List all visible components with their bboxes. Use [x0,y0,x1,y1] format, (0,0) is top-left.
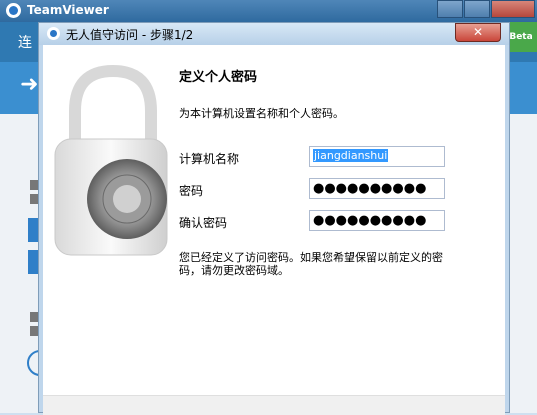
app-title: TeamViewer [27,3,109,17]
password-note: 您已经定义了访问密码。如果您希望保留以前定义的密码，请勿更改密码域。 [179,251,443,277]
teamviewer-titlebar: TeamViewer [0,0,537,22]
bg-button-fragment [28,218,38,242]
bg-text-fragment [30,180,38,190]
minimize-button[interactable] [437,0,463,18]
padlock-icon [54,64,168,256]
dialog-titlebar: 无人值守访问 - 步骤1/2 ✕ [39,23,509,45]
unattended-access-dialog: 无人值守访问 - 步骤1/2 ✕ 定义个人密码 为本计算机设置名称和个人密码。 … [38,22,510,415]
dialog-body: 定义个人密码 为本计算机设置名称和个人密码。 计算机名称 jiangdiansh… [43,45,505,410]
bg-text-fragment [30,312,38,322]
bg-button-fragment [28,250,38,274]
teamviewer-logo-icon [6,3,21,18]
dialog-close-button[interactable]: ✕ [455,23,501,42]
computer-name-value: jiangdianshui [313,149,389,162]
page-description: 为本计算机设置名称和个人密码。 [179,107,344,120]
confirm-password-label: 确认密码 [179,216,228,230]
computer-name-field[interactable]: jiangdianshui [309,146,445,167]
maximize-button[interactable] [464,0,490,18]
computer-name-label: 计算机名称 [179,152,240,166]
back-arrow-icon[interactable]: ➜ [20,74,38,96]
bg-text-fragment [30,194,38,204]
password-label: 密码 [179,184,204,198]
dialog-footer [43,395,505,415]
dialog-title: 无人值守访问 - 步骤1/2 [66,28,194,42]
bg-text-fragment [30,326,38,336]
teamviewer-small-icon [47,27,60,40]
tab-connect[interactable]: 连 [18,32,32,52]
password-field[interactable]: ●●●●●●●●●● [309,178,445,199]
page-heading: 定义个人密码 [179,70,258,85]
app-close-button[interactable] [491,0,535,18]
confirm-password-field[interactable]: ●●●●●●●●●● [309,210,445,231]
